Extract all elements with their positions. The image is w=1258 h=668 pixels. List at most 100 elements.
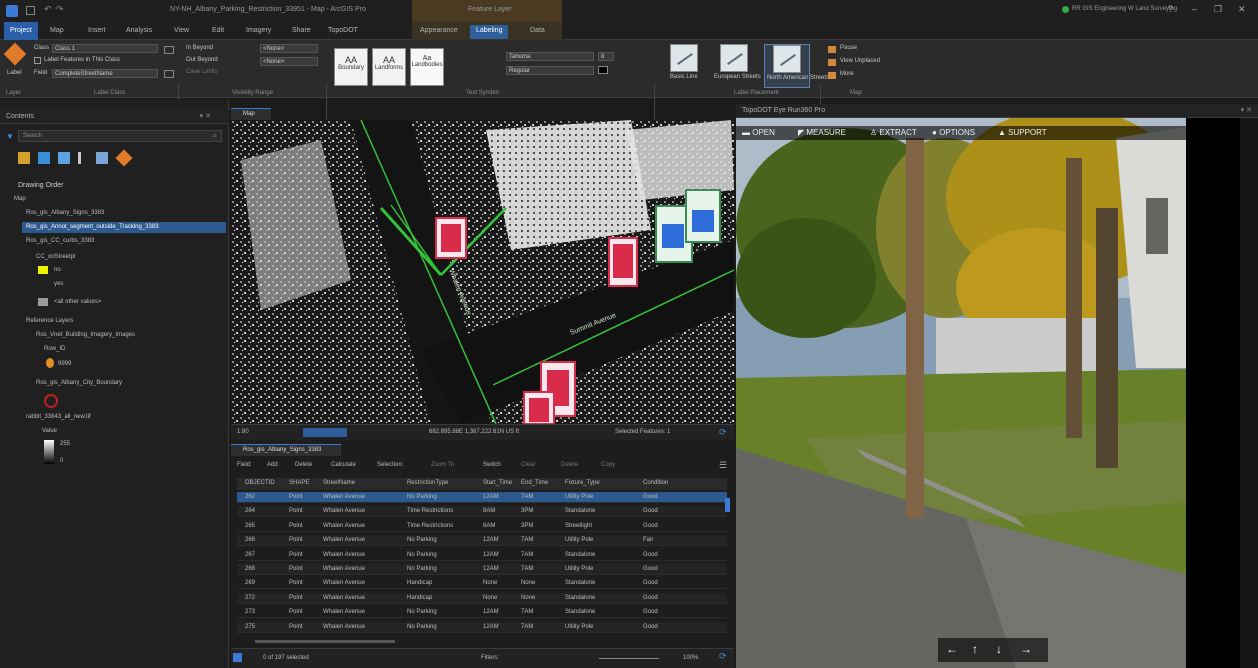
field-dropdown[interactable]: CompleteStreetName bbox=[52, 69, 158, 78]
layer-curbs[interactable]: Ros_gis_CC_curbs_3383 bbox=[26, 238, 94, 244]
arrow-up-icon[interactable]: ↑ bbox=[972, 642, 978, 656]
expression-icon[interactable] bbox=[164, 70, 174, 78]
sql-icon[interactable] bbox=[164, 46, 174, 54]
tab-map[interactable]: Map bbox=[44, 25, 70, 39]
list-by-snapping-icon[interactable] bbox=[96, 152, 108, 164]
more-button[interactable]: More bbox=[840, 71, 854, 77]
copy-button[interactable]: Copy bbox=[601, 462, 615, 468]
tab-share[interactable]: Share bbox=[286, 25, 317, 39]
footer-icon[interactable] bbox=[233, 653, 242, 662]
table-row[interactable]: 267 Point Whalen Avenue No Parking 12AM 7AM St… bbox=[237, 550, 727, 561]
minimize-button[interactable]: – bbox=[1192, 4, 1197, 14]
list-by-labeling-icon[interactable] bbox=[115, 149, 133, 167]
status-icon-bar[interactable] bbox=[303, 428, 347, 437]
list-by-drawing-order-icon[interactable] bbox=[18, 152, 30, 164]
selected-features[interactable]: Selected Features: 1 bbox=[615, 429, 670, 435]
table-row[interactable]: 268 Point Whalen Avenue No Parking 12AM 7AM Ut… bbox=[237, 564, 727, 575]
save-icon[interactable] bbox=[26, 6, 35, 15]
group-reference-layers[interactable]: Reference Layers bbox=[26, 318, 73, 324]
panorama-viewer[interactable]: ▬ OPEN ◤ MEASURE ♙ EXTRACT ● OPTIONS ▲ S… bbox=[736, 118, 1240, 668]
layer-annot[interactable]: Ros_gis_Annot_segment_outside_Tracking_3… bbox=[26, 224, 159, 230]
text-style-boundary[interactable]: AA Boundary bbox=[334, 48, 368, 86]
font-style-dropdown[interactable]: Regular bbox=[506, 66, 594, 75]
search-input[interactable]: Search ⌕ bbox=[18, 130, 222, 142]
arrow-left-icon[interactable]: ← bbox=[946, 642, 958, 656]
pane-pin-icon[interactable]: ▾ ✕ bbox=[200, 112, 211, 120]
map-view-tab[interactable]: Map bbox=[231, 108, 271, 120]
pause-button[interactable]: Pause bbox=[840, 45, 857, 51]
clear-limits-button[interactable]: Clear Limits bbox=[186, 69, 218, 75]
close-button[interactable]: ✕ bbox=[1238, 4, 1246, 15]
undo-icon[interactable]: ↶ bbox=[44, 4, 52, 15]
sign-no-parking[interactable] bbox=[608, 237, 638, 287]
scale-dropdown[interactable]: 1:80 bbox=[237, 429, 249, 435]
open-button[interactable]: ▬ OPEN bbox=[742, 128, 775, 137]
arrow-right-icon[interactable]: → bbox=[1020, 642, 1032, 656]
tab-project[interactable]: Project bbox=[4, 22, 38, 40]
table-row[interactable]: 275 Point Whalen Avenue No Parking 12AM 7AM Ut… bbox=[237, 621, 727, 633]
table-row[interactable]: 269 Point Whalen Avenue Handicap None None Sta… bbox=[237, 578, 727, 590]
measure-button[interactable]: ◤ MEASURE bbox=[798, 128, 846, 137]
tab-view[interactable]: View bbox=[168, 25, 195, 39]
list-by-source-icon[interactable] bbox=[38, 152, 50, 164]
switch-button[interactable]: Switch bbox=[483, 462, 501, 468]
col-condition[interactable]: Condition bbox=[643, 480, 668, 486]
map-canvas[interactable]: Whalen Avenue Summit Avenue bbox=[231, 120, 734, 424]
table-menu-icon[interactable]: ☰ bbox=[719, 460, 727, 471]
placement-european-streets[interactable]: European Streets bbox=[712, 44, 761, 88]
view-unplaced-button[interactable]: View Unplaced bbox=[840, 58, 880, 64]
delete-field-button[interactable]: Delete bbox=[295, 462, 312, 468]
tab-insert[interactable]: Insert bbox=[82, 25, 112, 39]
pane-pin-icon[interactable]: ▾ ✕ bbox=[1241, 106, 1252, 114]
table-row[interactable]: 272 Point Whalen Avenue Handicap None None Sta… bbox=[237, 592, 727, 604]
table-row[interactable]: 266 Point Whalen Avenue No Parking 12AM 7AM Ut… bbox=[237, 535, 727, 547]
calculate-button[interactable]: Calculate bbox=[331, 462, 356, 468]
arrow-down-icon[interactable]: ↓ bbox=[996, 642, 1002, 656]
layer-signs[interactable]: Ros_gis_Albany_Signs_3383 bbox=[26, 210, 104, 216]
add-field-button[interactable]: Add bbox=[267, 462, 278, 468]
col-objectid[interactable]: OBJECTID bbox=[245, 480, 275, 486]
sign-no-parking[interactable] bbox=[523, 391, 555, 424]
account-name[interactable]: RR GIS Engineering W Land Surveying bbox=[1072, 6, 1177, 12]
table-row[interactable]: 264 Point Whalen Avenue Time Restrictions 8A… bbox=[237, 506, 727, 518]
max-scale-dropdown[interactable]: <None> bbox=[260, 57, 318, 66]
class-dropdown[interactable]: Class 1 bbox=[52, 44, 158, 53]
col-start-time[interactable]: Start_Time bbox=[483, 480, 512, 486]
layer-tree-map[interactable]: Map bbox=[14, 196, 26, 202]
col-fixture-type[interactable]: Fixture_Type bbox=[565, 480, 600, 486]
zoom-slider[interactable] bbox=[599, 658, 659, 659]
placement-basic-line[interactable]: Basic Line bbox=[664, 44, 704, 88]
tab-topodot[interactable]: TopoDOT bbox=[322, 25, 364, 39]
refresh-icon[interactable]: ⟳ bbox=[719, 651, 727, 662]
font-color-swatch[interactable] bbox=[598, 66, 608, 74]
font-dropdown[interactable]: Tahoma bbox=[506, 52, 594, 61]
help-button[interactable]: ? bbox=[1168, 4, 1173, 14]
clear-button[interactable]: Clear bbox=[521, 462, 535, 468]
label-features-checkbox[interactable] bbox=[34, 57, 41, 64]
table-row[interactable]: 273 Point Whalen Avenue No Parking 12AM 7AM St… bbox=[237, 607, 727, 619]
layer-city-boundary[interactable]: Ros_gis_Albany_City_Boundary bbox=[36, 380, 122, 386]
col-end-time[interactable]: End_Time bbox=[521, 480, 548, 486]
refresh-icon[interactable]: ⟳ bbox=[719, 427, 727, 438]
footer-filters[interactable]: Filters: bbox=[481, 655, 499, 661]
col-restrictiontype[interactable]: RestrictionType bbox=[407, 480, 448, 486]
horizontal-scrollbar[interactable] bbox=[255, 640, 395, 643]
font-size-field[interactable]: 8 bbox=[598, 52, 614, 61]
tab-data[interactable]: Data bbox=[524, 25, 551, 39]
tab-imagery[interactable]: Imagery bbox=[240, 25, 277, 39]
tab-labeling[interactable]: Labeling bbox=[470, 25, 509, 39]
text-style-landbodies[interactable]: Aa Landbodies bbox=[410, 48, 444, 86]
col-shape[interactable]: SHAPE bbox=[289, 480, 309, 486]
sign-reserved-parking[interactable] bbox=[685, 189, 721, 243]
layer-rabbit-tif[interactable]: rabbit_33843_all_new.tif bbox=[26, 414, 91, 420]
layer-building-imagery[interactable]: Ros_Vnet_Building_Imagery_Images bbox=[36, 332, 135, 338]
text-style-landforms[interactable]: AA Landforms bbox=[372, 48, 406, 86]
attribute-table-tab[interactable]: Ros_gis_Albany_Signs_3383 bbox=[231, 444, 341, 456]
tab-appearance[interactable]: Appearance bbox=[414, 25, 464, 39]
redo-icon[interactable]: ↷ bbox=[56, 4, 64, 15]
options-button[interactable]: ● OPTIONS bbox=[932, 128, 975, 137]
list-by-selection-icon[interactable] bbox=[58, 152, 70, 164]
list-by-editing-icon[interactable] bbox=[78, 152, 90, 164]
table-scrollbar[interactable] bbox=[725, 498, 730, 512]
col-streetname[interactable]: StreetName bbox=[323, 480, 355, 486]
